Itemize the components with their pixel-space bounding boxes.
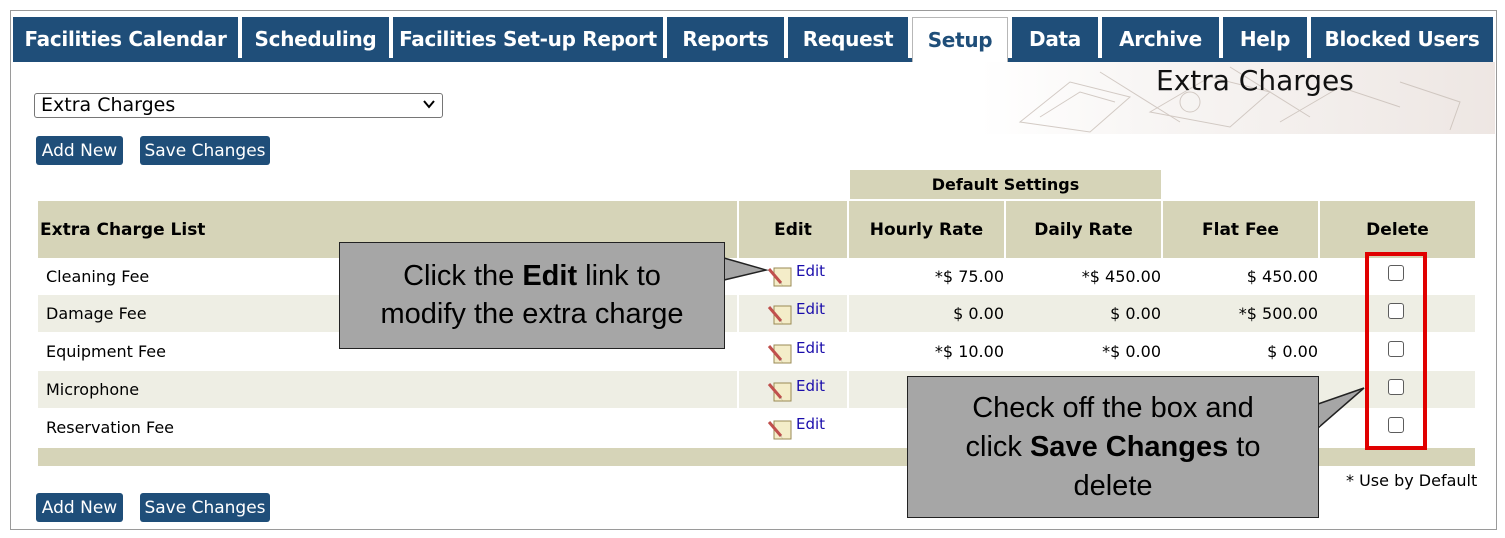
tab-scheduling[interactable]: Scheduling	[242, 17, 389, 60]
delete-callout-line1: Check off the box and	[972, 392, 1254, 424]
row-daily-rate: *$ 0.00	[1102, 342, 1161, 361]
row-daily-rate: *$ 450.00	[1081, 267, 1161, 286]
edit-link[interactable]: Edit	[796, 339, 825, 357]
row-charge-name: Cleaning Fee	[46, 267, 150, 286]
tab-facilities-calendar[interactable]: Facilities Calendar	[13, 17, 238, 60]
header-delete: Delete	[1366, 219, 1429, 240]
row-charge-name: Equipment Fee	[46, 342, 166, 361]
delete-callout-pointer	[1316, 387, 1365, 430]
edit-link[interactable]: Edit	[796, 377, 825, 395]
edit-callout-line2: modify the extra charge	[380, 298, 684, 330]
default-settings-header: Default Settings	[850, 170, 1161, 199]
default-note: * Use by Default	[1346, 471, 1478, 490]
tab-reports[interactable]: Reports	[667, 17, 784, 60]
tab-setup[interactable]: Setup	[912, 17, 1008, 62]
row-flat-fee: $ 450.00	[1246, 267, 1318, 286]
save-changes-button-top[interactable]: Save Changes	[140, 136, 270, 165]
page-title: Extra Charges	[1156, 64, 1354, 97]
row-daily-rate: $ 0.00	[1110, 304, 1161, 323]
row-hourly-rate: *$ 75.00	[934, 267, 1004, 286]
edit-callout: Click the Edit link to modify the extra …	[339, 242, 725, 349]
pencil-edit-icon[interactable]	[767, 264, 793, 288]
tab-help[interactable]: Help	[1223, 17, 1307, 60]
pencil-edit-icon[interactable]	[767, 417, 793, 441]
tab-facilities-setup-report[interactable]: Facilities Set-up Report	[393, 17, 663, 60]
tab-archive[interactable]: Archive	[1102, 17, 1219, 60]
row-charge-name: Damage Fee	[46, 304, 147, 323]
header-daily-rate: Daily Rate	[1034, 219, 1133, 240]
row-flat-fee: *$ 500.00	[1238, 304, 1318, 323]
row-charge-name: Microphone	[46, 380, 140, 399]
pencil-edit-icon[interactable]	[767, 341, 793, 365]
add-new-button-top[interactable]: Add New	[36, 136, 123, 165]
table-row: Equipment Fee *$ 10.00 *$ 0.00 $ 0.00	[38, 333, 1475, 370]
edit-callout-pointer	[722, 257, 769, 281]
edit-link[interactable]: Edit	[796, 262, 825, 280]
edit-link[interactable]: Edit	[796, 415, 825, 433]
row-hourly-rate: *$ 10.00	[934, 342, 1004, 361]
edit-callout-line1: Click the Edit link to	[403, 260, 661, 292]
charge-type-select-value: Extra Charges	[41, 94, 176, 116]
delete-callout-line2: click Save Changes to	[965, 431, 1261, 463]
tab-request[interactable]: Request	[788, 17, 908, 60]
header-flat-fee: Flat Fee	[1202, 219, 1279, 240]
pencil-edit-icon[interactable]	[767, 302, 793, 326]
row-charge-name: Reservation Fee	[46, 418, 175, 437]
delete-callout: Check off the box and click Save Changes…	[907, 376, 1319, 518]
row-flat-fee: $ 0.00	[1267, 342, 1318, 361]
header-hourly-rate: Hourly Rate	[869, 219, 984, 240]
delete-column-highlight	[1365, 252, 1427, 450]
header-edit: Edit	[774, 219, 812, 240]
charge-type-select[interactable]: Extra Charges	[34, 93, 443, 118]
pencil-edit-icon[interactable]	[767, 379, 793, 403]
chevron-down-icon	[422, 96, 436, 119]
edit-link[interactable]: Edit	[796, 300, 825, 318]
delete-callout-line3: delete	[1073, 470, 1153, 502]
row-hourly-rate: $ 0.00	[953, 304, 1004, 323]
add-new-button-bottom[interactable]: Add New	[36, 493, 123, 522]
table-row: Damage Fee $ 0.00 $ 0.00 *$ 500.00	[38, 295, 1475, 332]
save-changes-button-bottom[interactable]: Save Changes	[140, 493, 270, 522]
tab-data[interactable]: Data	[1012, 17, 1098, 60]
tab-blocked-users[interactable]: Blocked Users	[1311, 17, 1493, 60]
column-divider	[847, 258, 849, 448]
